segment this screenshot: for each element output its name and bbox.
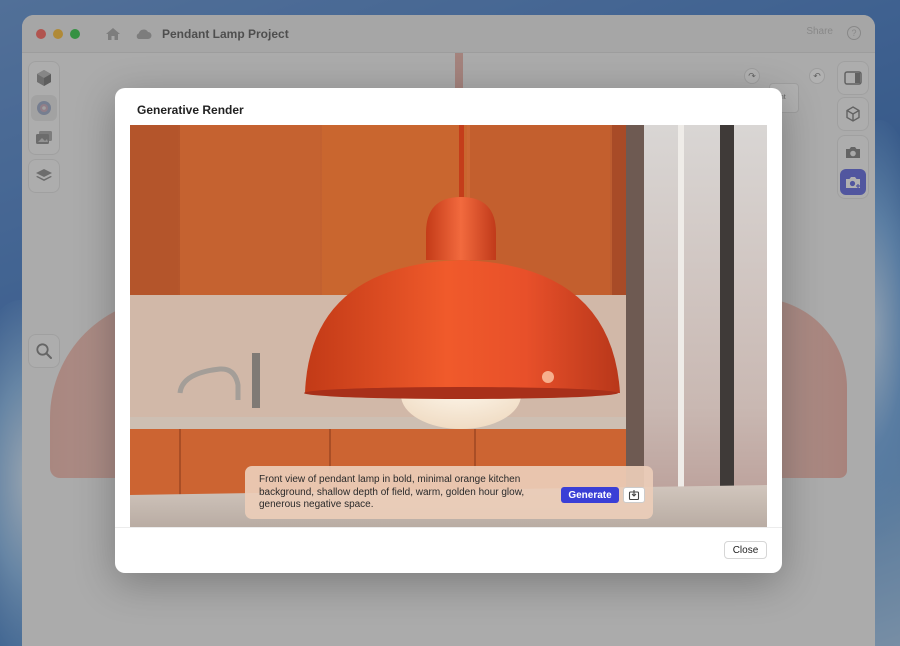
prompt-input[interactable]: Front view of pendant lamp in bold, mini…: [259, 474, 547, 512]
prompt-panel: Front view of pendant lamp in bold, mini…: [245, 466, 653, 519]
save-icon[interactable]: [623, 487, 645, 503]
generate-button[interactable]: Generate: [561, 487, 619, 503]
render-preview-image: Front view of pendant lamp in bold, mini…: [130, 125, 767, 527]
dialog-title: Generative Render: [137, 103, 244, 117]
generative-render-dialog: Generative Render Front view of pendant …: [115, 88, 782, 573]
dialog-divider: [115, 527, 782, 528]
close-button[interactable]: Close: [724, 541, 767, 559]
